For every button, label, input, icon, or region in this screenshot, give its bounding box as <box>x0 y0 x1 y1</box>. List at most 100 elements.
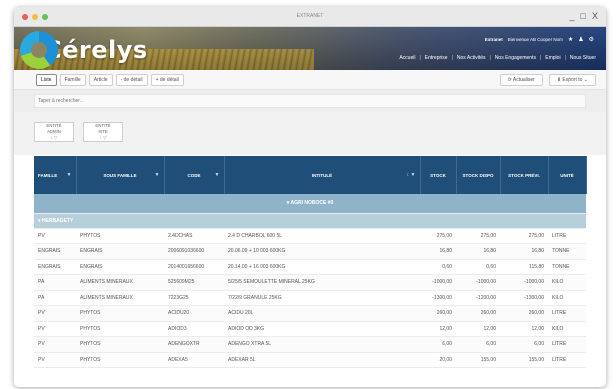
less-detail-button[interactable]: - de détail <box>115 73 148 86</box>
cell-stock-previ: 16,80 <box>500 243 548 260</box>
cell-stock-dispo: -1200,00 <box>456 290 500 306</box>
stock-table: FAMILLE ▼ SOUS FAMILLE ▼ CODE ▼ INTITULÉ ↕ ▼… <box>34 156 587 368</box>
cell-code: 525609M25 <box>164 274 224 291</box>
cell-stock: 16,80 <box>420 243 456 260</box>
table-row[interactable]: PA ALIMENTS MINERAUX 525609M25 5/25/5 SEMOU… <box>34 274 586 291</box>
column-label: FAMILLE <box>38 172 58 178</box>
main-nav: Accueil | Entreprise | Nos Activités | Nos … <box>399 55 596 61</box>
cell-unite: LITRE <box>548 305 586 322</box>
column-header-famille[interactable]: FAMILLE ▼ <box>34 156 77 194</box>
cell-intitule: 2.4 D CHARBOL 600 5L <box>224 228 420 244</box>
cell-stock-dispo: 275,00 <box>456 228 500 244</box>
cell-code: 2006091036600 <box>164 243 224 260</box>
nav-item-situer[interactable]: Nous Situer <box>570 55 596 61</box>
column-header-stock[interactable]: STOCK <box>420 156 457 194</box>
table-row[interactable]: ENGRAIS ENGRAIS 2006091036600 20.06.09 + 10… <box>34 243 586 260</box>
column-label: CODE <box>187 172 201 178</box>
cell-unite: KILO <box>548 290 586 306</box>
column-label: INTITULÉ <box>311 172 333 178</box>
group-row-level2[interactable]: ▾ HERBAGETY <box>34 213 586 229</box>
user-name: Bienvenue AB Cooper Nom <box>507 37 563 42</box>
cell-famille: ENGRAIS <box>34 259 76 275</box>
user-icon[interactable]: ♟ <box>578 36 583 43</box>
logo-mark-icon <box>20 31 58 69</box>
site-header: Cérelys Extranet Bienvenue AB Cooper Nom… <box>14 27 606 70</box>
star-icon[interactable]: ★ <box>568 36 573 43</box>
close-icon[interactable]: X <box>592 11 598 21</box>
group-row-level1[interactable]: ▾ AGRI NOBOCE #0 <box>34 194 586 214</box>
filter-icon[interactable]: ▼ <box>215 172 220 178</box>
view-liste-button[interactable]: Liste <box>36 73 57 86</box>
gear-icon[interactable]: ⚙ <box>589 36 594 43</box>
cell-sous-famille: PHYTOS <box>76 228 164 244</box>
table-row[interactable]: PV PHYTOS ADIOD3 ADIOD OD 3KG 12,00 12,00 12,0… <box>34 321 586 337</box>
filter-icon[interactable]: ▼ <box>67 172 72 178</box>
column-header-unite[interactable]: UNITÉ <box>548 156 587 194</box>
table-row[interactable]: PV PHYTOS ADENGOXTR ADENGO XTRA 5L 6,00 6,00 6… <box>34 336 586 353</box>
nav-item-entreprise[interactable]: Entreprise <box>425 55 448 61</box>
cell-intitule: 7/22/9 GRANULE 25KG <box>224 290 420 306</box>
nav-item-accueil[interactable]: Accueil <box>399 55 415 61</box>
cell-famille: PV <box>34 336 76 353</box>
table-row[interactable]: ENGRAIS ENGRAIS 2014001656600 20.14.00 + 16… <box>34 259 586 275</box>
cell-sous-famille: PHYTOS <box>76 321 164 337</box>
cell-unite: TONNE <box>548 243 586 260</box>
cell-stock-previ: 275,00 <box>500 228 548 244</box>
maximize-icon[interactable]: □ <box>581 11 586 21</box>
cell-famille: PV <box>34 305 76 322</box>
column-header-intitule[interactable]: INTITULÉ ↕ ▼ <box>224 156 421 194</box>
cell-sous-famille: ENGRAIS <box>76 259 164 275</box>
view-famille-button[interactable]: Famille <box>59 73 86 86</box>
filter-entite-admin[interactable]: ENTITÉ ADMIN ↕ ▽ <box>34 122 74 142</box>
cell-intitule: ACIDU 20L <box>224 305 420 322</box>
cell-stock-previ: 155,00 <box>500 352 548 368</box>
cell-stock: 12,00 <box>420 321 456 337</box>
cell-stock-previ: 260,00 <box>500 305 548 322</box>
cell-stock-previ: 115,80 <box>500 259 548 275</box>
table-row[interactable]: PV PHYTOS ACIDU20 ACIDU 20L 260,00 260,00 260,… <box>34 305 586 322</box>
column-header-code[interactable]: CODE ▼ <box>164 156 225 194</box>
cell-unite: KILO <box>548 274 586 291</box>
cell-stock-previ: 12,00 <box>500 321 548 337</box>
search-input[interactable] <box>34 94 586 108</box>
cell-code: 7223G25 <box>164 290 224 306</box>
sort-filter-icon[interactable]: ↕ ▽ <box>51 135 58 141</box>
more-detail-button[interactable]: + de détail <box>150 73 184 86</box>
cell-stock-dispo: 6,00 <box>456 336 500 353</box>
cell-unite: LITRE <box>548 336 586 353</box>
cell-sous-famille: PHYTOS <box>76 336 164 353</box>
minimize-icon[interactable]: _ <box>570 11 575 21</box>
cell-stock-dispo: 16,80 <box>456 243 500 260</box>
table-row[interactable]: PA ALIMENTS MINERAUX 7223G25 7/22/9 GRANULE… <box>34 290 586 306</box>
nav-item-engagements[interactable]: Nos Engagements <box>495 55 536 61</box>
filter-area: ENTITÉ ADMIN ↕ ▽ ENTITÉ SITE ↕ ▽ <box>14 112 606 155</box>
column-header-stock-dispo[interactable]: STOCK DISPO <box>456 156 501 194</box>
refresh-button[interactable]: ⟳ Actualiser <box>499 74 543 86</box>
cell-stock-previ: -1300,00 <box>500 290 548 306</box>
sort-filter-icon[interactable]: ↕ ▼ <box>407 172 416 178</box>
table-row[interactable]: PV PHYTOS ADEXA5 ADEXAR 5L 20,00 155,00 155,00… <box>34 352 586 368</box>
cell-stock: 6,00 <box>420 336 456 353</box>
cell-stock: 275,00 <box>420 228 456 244</box>
title-bar: EXTRANET _ □ X <box>14 7 606 27</box>
export-button[interactable]: ⬇ Export to ⌄ <box>548 74 596 86</box>
window-title: EXTRANET <box>296 13 324 19</box>
cell-intitule: ADIOD OD 3KG <box>224 321 420 337</box>
nav-item-activites[interactable]: Nos Activités <box>457 55 486 61</box>
table-row[interactable]: PV PHYTOS 2.4DCHAS 2.4 D CHARBOL 600 5L 275,… <box>34 228 586 244</box>
filter-icon[interactable]: ▼ <box>155 172 160 178</box>
nav-separator: | <box>564 55 566 61</box>
column-label: UNITÉ <box>560 172 574 178</box>
toolbar-actions: ⟳ Actualiser ⬇ Export to ⌄ <box>499 74 596 86</box>
filter-entite-site[interactable]: ENTITÉ SITE ↕ ▽ <box>83 122 123 142</box>
column-header-sous-famille[interactable]: SOUS FAMILLE ▼ <box>76 156 165 194</box>
logo[interactable]: Cérelys <box>20 31 148 69</box>
column-header-stock-previ[interactable]: STOCK PRÉVI. <box>500 156 549 194</box>
sort-filter-icon[interactable]: ↕ ▽ <box>100 135 107 141</box>
view-article-button[interactable]: Article <box>88 73 113 86</box>
nav-item-emploi[interactable]: Emploi <box>545 55 560 61</box>
nav-separator: | <box>539 55 542 61</box>
cell-intitule: ADENGO XTRA 5L <box>224 336 420 353</box>
search-row <box>14 90 606 112</box>
group-label: ▾ HERBAGETY <box>38 217 74 224</box>
